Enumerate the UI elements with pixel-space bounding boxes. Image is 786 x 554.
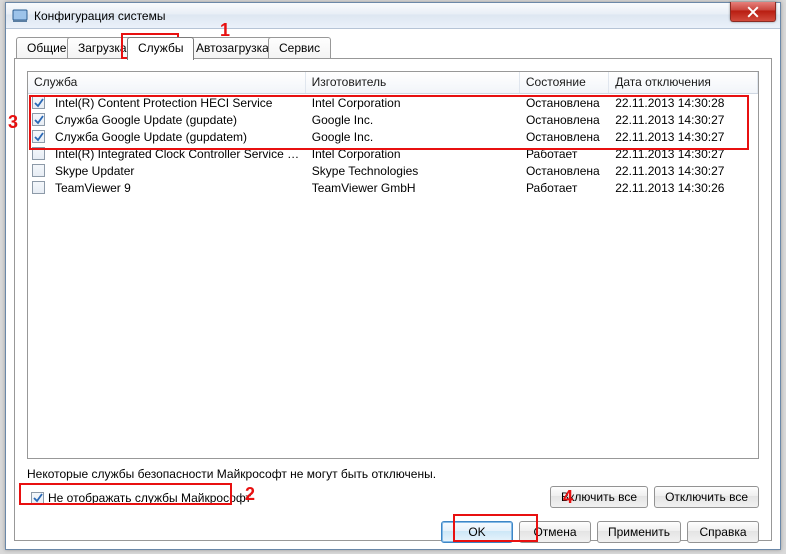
table-row[interactable]: Intel(R) Content Protection HECI Service… — [28, 94, 758, 111]
table-row[interactable]: Служба Google Update (gupdate)Google Inc… — [28, 111, 758, 128]
help-button[interactable]: Справка — [687, 521, 759, 543]
cell-state: Остановлена — [520, 130, 609, 144]
header-service[interactable]: Служба — [28, 72, 306, 93]
cell-vendor: Intel Corporation — [306, 96, 520, 110]
table-row[interactable]: Skype UpdaterSkype TechnologiesОстановле… — [28, 162, 758, 179]
row-checkbox[interactable] — [32, 181, 45, 194]
tab-tools[interactable]: Сервис — [268, 37, 331, 59]
row-checkbox[interactable] — [32, 164, 45, 177]
close-button[interactable] — [730, 2, 776, 22]
cell-state: Работает — [520, 181, 609, 195]
titlebar[interactable]: Конфигурация системы — [6, 3, 780, 29]
security-note: Некоторые службы безопасности Майкрософт… — [27, 467, 436, 481]
header-date[interactable]: Дата отключения — [609, 72, 758, 93]
cell-vendor: Intel Corporation — [306, 147, 520, 161]
header-vendor[interactable]: Изготовитель — [306, 72, 520, 93]
ok-button[interactable]: OK — [441, 521, 513, 543]
close-icon — [747, 6, 759, 18]
row-checkbox[interactable] — [32, 113, 45, 126]
disable-all-button[interactable]: Отключить все — [654, 486, 759, 508]
cell-date: 22.11.2013 14:30:27 — [609, 147, 758, 161]
tab-strip: Общие Загрузка Службы Автозагрузка Серви… — [14, 37, 772, 59]
tab-startup[interactable]: Автозагрузка — [185, 37, 280, 59]
cell-date: 22.11.2013 14:30:28 — [609, 96, 758, 110]
tab-panel-services: Служба Изготовитель Состояние Дата отклю… — [14, 58, 772, 541]
hide-microsoft-checkbox[interactable] — [31, 492, 44, 505]
check-icon — [33, 493, 43, 503]
window-title: Конфигурация системы — [34, 9, 165, 23]
tab-services[interactable]: Службы — [127, 37, 194, 60]
enable-all-button[interactable]: Включить все — [550, 486, 648, 508]
cell-vendor: Skype Technologies — [306, 164, 520, 178]
cell-vendor: Google Inc. — [306, 113, 520, 127]
row-checkbox[interactable] — [32, 147, 45, 160]
cell-state: Остановлена — [520, 113, 609, 127]
table-row[interactable]: TeamViewer 9TeamViewer GmbHРаботает22.11… — [28, 179, 758, 196]
row-checkbox[interactable] — [32, 96, 45, 109]
cell-date: 22.11.2013 14:30:26 — [609, 181, 758, 195]
msconfig-window: Конфигурация системы Общие Загрузка Служ… — [5, 2, 781, 550]
table-row[interactable]: Служба Google Update (gupdatem)Google In… — [28, 128, 758, 145]
cell-service: TeamViewer 9 — [49, 181, 306, 195]
cell-vendor: Google Inc. — [306, 130, 520, 144]
cell-service: Служба Google Update (gupdate) — [49, 113, 306, 127]
cell-service: Intel(R) Content Protection HECI Service — [49, 96, 306, 110]
cell-service: Служба Google Update (gupdatem) — [49, 130, 306, 144]
hide-microsoft-label: Не отображать службы Майкрософт — [48, 491, 251, 505]
service-list[interactable]: Служба Изготовитель Состояние Дата отклю… — [27, 71, 759, 459]
cell-service: Intel(R) Integrated Clock Controller Ser… — [49, 147, 306, 161]
table-row[interactable]: Intel(R) Integrated Clock Controller Ser… — [28, 145, 758, 162]
cell-state: Остановлена — [520, 96, 609, 110]
check-icon — [34, 115, 44, 125]
list-body: Intel(R) Content Protection HECI Service… — [28, 94, 758, 458]
cell-state: Работает — [520, 147, 609, 161]
cancel-button[interactable]: Отмена — [519, 521, 591, 543]
header-state[interactable]: Состояние — [520, 72, 609, 93]
cell-date: 22.11.2013 14:30:27 — [609, 130, 758, 144]
app-icon — [12, 8, 28, 24]
cell-date: 22.11.2013 14:30:27 — [609, 164, 758, 178]
row-checkbox[interactable] — [32, 130, 45, 143]
apply-button[interactable]: Применить — [597, 521, 681, 543]
cell-vendor: TeamViewer GmbH — [306, 181, 520, 195]
cell-date: 22.11.2013 14:30:27 — [609, 113, 758, 127]
list-headers[interactable]: Служба Изготовитель Состояние Дата отклю… — [28, 72, 758, 94]
check-icon — [34, 132, 44, 142]
cell-service: Skype Updater — [49, 164, 306, 178]
check-icon — [34, 98, 44, 108]
cell-state: Остановлена — [520, 164, 609, 178]
